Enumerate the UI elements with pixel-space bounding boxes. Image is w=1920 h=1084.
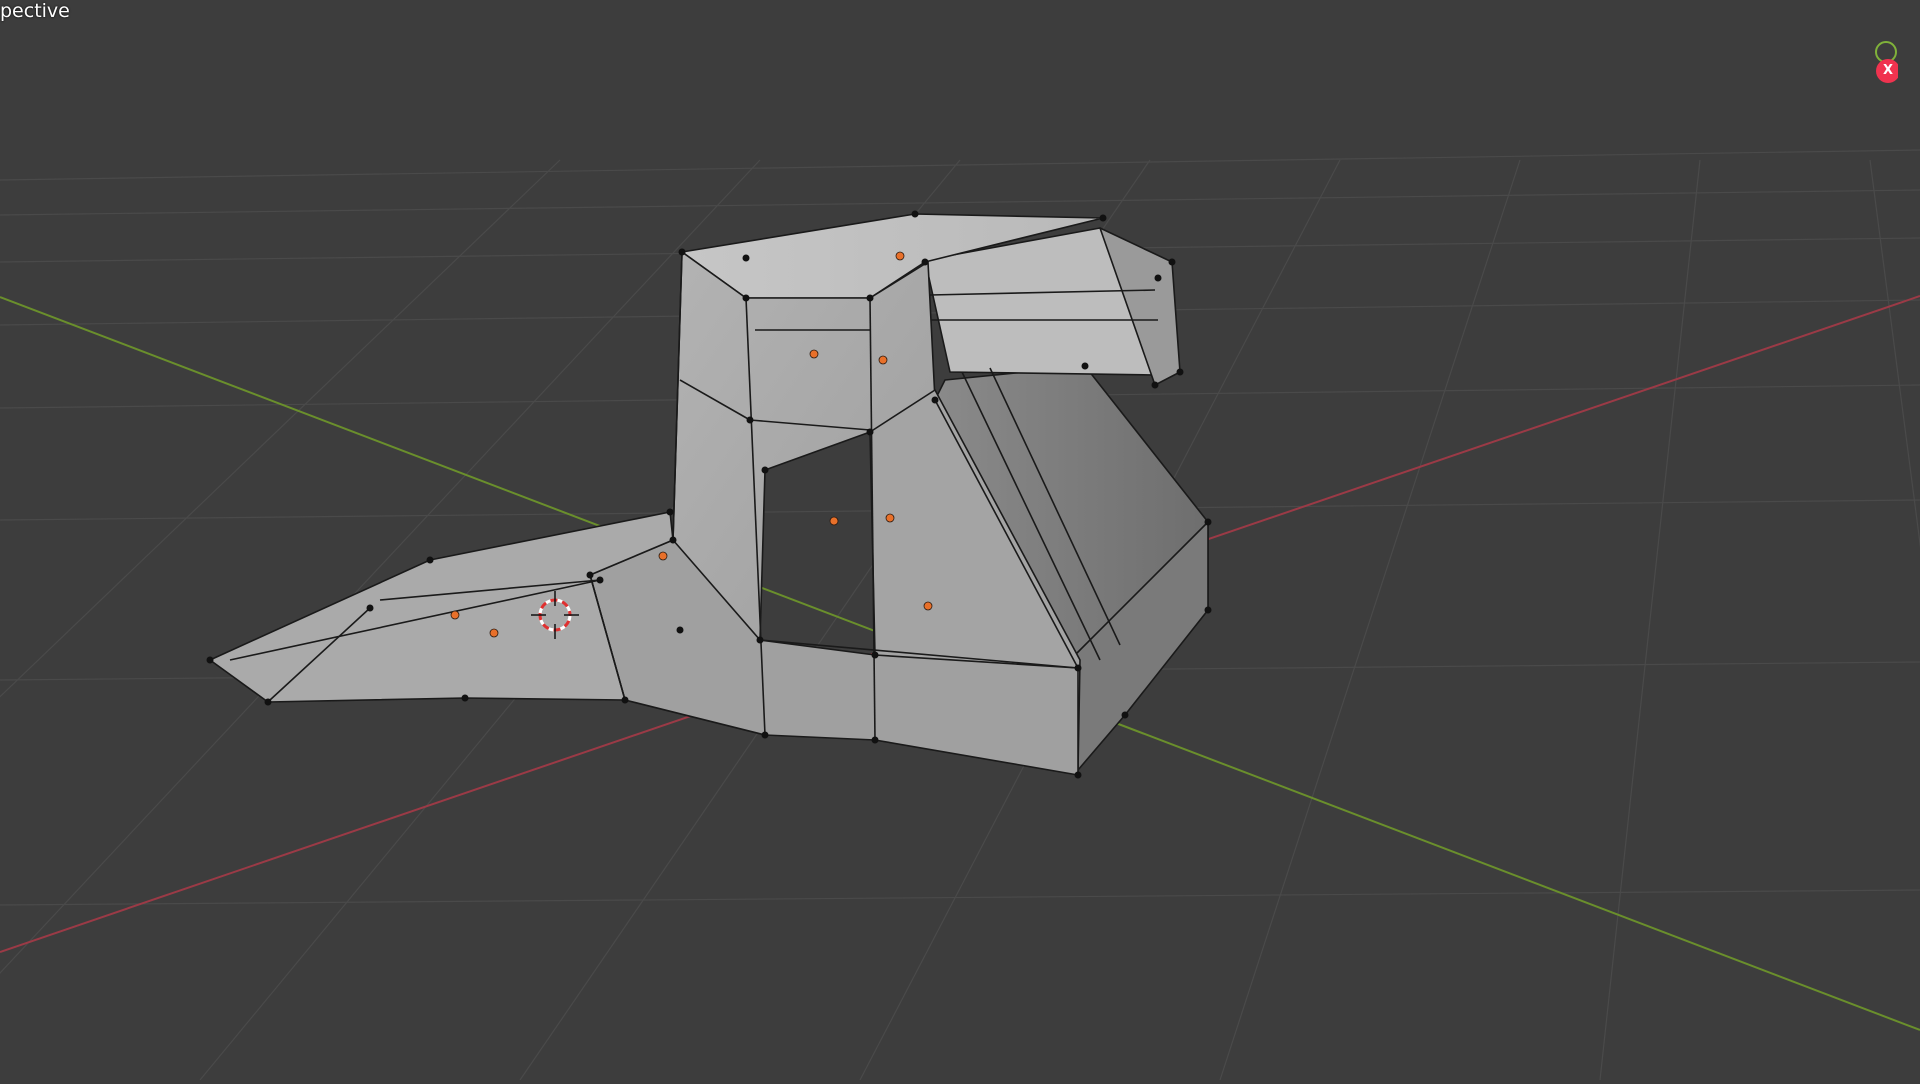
- viewport-canvas[interactable]: [0, 0, 1920, 1081]
- view-label: pective: [0, 0, 70, 22]
- mesh-object: [209, 213, 1209, 776]
- y-axis-gizmo-icon: [1875, 41, 1897, 63]
- 3d-viewport[interactable]: pective X: [0, 0, 1920, 1081]
- gizmo-x-label[interactable]: X: [1881, 64, 1895, 78]
